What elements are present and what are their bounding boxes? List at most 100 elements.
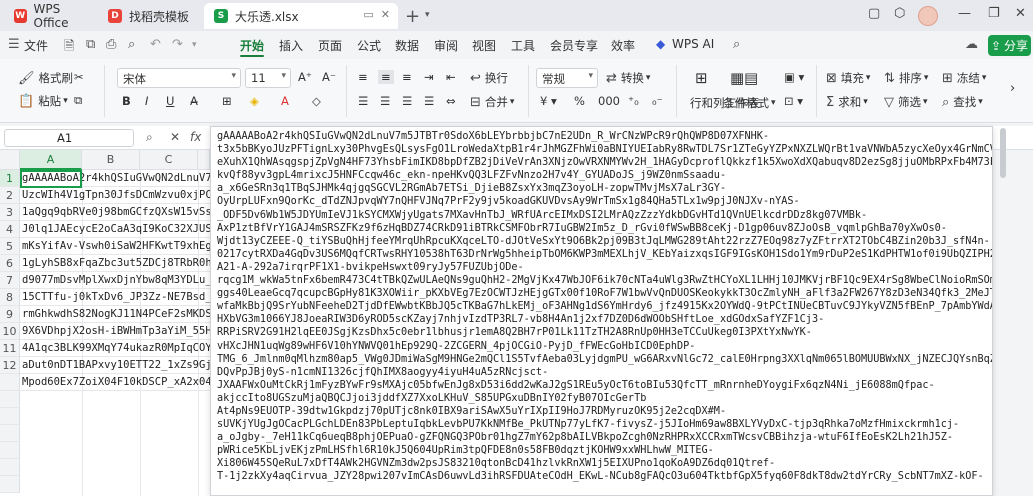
merge-button[interactable]: ⊟ 合并 ▾ (470, 94, 514, 110)
menu-data[interactable]: 数据 (395, 37, 419, 54)
minimize-icon[interactable]: — (958, 6, 971, 21)
indent-icon[interactable]: ⇥ (424, 70, 434, 84)
currency-icon[interactable]: ¥ ▾ (540, 94, 557, 108)
restore-icon[interactable]: ❐ (988, 6, 1000, 21)
formula-text[interactable]: gAAAAABoA2r4khQSIuGVwQN2dLnuV7m5JTBTr0Sd… (217, 130, 992, 484)
thousands-icon[interactable]: 000 (598, 94, 620, 108)
chevron-down-icon[interactable]: ▾ (192, 40, 197, 50)
export-icon[interactable]: ⧉ (86, 37, 95, 52)
share-button[interactable]: ⇪ 分享 (988, 35, 1031, 56)
decrease-decimal-icon[interactable]: ₀⁻ (652, 94, 663, 108)
row-header-6[interactable]: 6 (0, 255, 20, 272)
font-color-icon[interactable]: A (281, 94, 289, 108)
row-header-19[interactable] (0, 476, 20, 493)
cut-icon[interactable]: ✂ (74, 70, 84, 84)
sort-button[interactable]: ⇅ 排序 ▾ (884, 70, 928, 86)
row-header-4[interactable]: 4 (0, 221, 20, 238)
row-header-5[interactable]: 5 (0, 238, 20, 255)
table-row[interactable]: Mpod60Ex7ZoiX04F10kDSCP_xA2x04p (20, 374, 210, 391)
tab-close-icon[interactable]: ✕ (381, 8, 390, 21)
font-size-select[interactable]: 11 ▾ (245, 68, 291, 88)
cloud-upload-icon[interactable]: ☁ (965, 37, 978, 52)
fill-color-icon[interactable]: ◈ (250, 94, 259, 108)
distribute-icon[interactable]: ⇔ (446, 94, 456, 108)
menu-page[interactable]: 页面 (318, 37, 342, 54)
worksheet-icon[interactable]: ▦ (730, 69, 744, 87)
formula-content-popup[interactable]: gAAAAABoA2r4khQSIuGVwQN2dLnuV7m5JTBTr0Sd… (210, 126, 993, 496)
tab-spreadsheet[interactable]: S 大乐透.xlsx ▭ ✕ (204, 3, 398, 29)
fill-button[interactable]: ⊠ 填充 ▾ (826, 70, 870, 86)
menu-member[interactable]: 会员专享 (550, 37, 598, 54)
conditional-format-icon[interactable]: ▤ (744, 69, 758, 87)
avatar[interactable] (918, 6, 938, 26)
cancel-icon[interactable]: ✕ (170, 130, 180, 144)
find-button[interactable]: ⌕ 查找 ▾ (942, 94, 983, 110)
align-center-icon[interactable]: ☰ (380, 94, 390, 108)
row-header-12[interactable]: 12 (0, 357, 20, 374)
row-header-15[interactable] (0, 408, 20, 425)
table-row[interactable]: J0lq1JAEcycE2oCaA3qI9KoC32XJUSS (20, 221, 210, 238)
cell-border-icon[interactable]: ⊡ ▾ (784, 94, 803, 108)
border-icon[interactable]: ⊞ (222, 94, 232, 108)
menu-file[interactable]: 文件 (24, 37, 48, 54)
row-header-18[interactable] (0, 459, 20, 476)
column-header-c[interactable]: C (140, 150, 198, 170)
row-header-1[interactable]: 1 (0, 170, 20, 187)
hamburger-icon[interactable]: ☰ (8, 37, 20, 52)
number-format-select[interactable]: 常规 ▾ (536, 68, 598, 88)
row-header-16[interactable] (0, 425, 20, 442)
underline-icon[interactable]: U (166, 94, 174, 108)
filter-button[interactable]: ▽ 筛选 ▾ (884, 94, 928, 110)
rowcol-icon[interactable]: ⊞ (695, 69, 708, 87)
table-row[interactable]: rmGhkwdhS82NogKJ11N4PCeF2sMKDS8 (20, 306, 210, 323)
tab-wps-office[interactable]: W WPS Office (4, 2, 92, 30)
menu-insert[interactable]: 插入 (279, 37, 303, 54)
copy-icon[interactable]: ⧉ (74, 93, 82, 108)
align-bottom-icon[interactable]: ≡ (402, 70, 412, 84)
percent-icon[interactable]: % (574, 94, 585, 108)
bold-icon[interactable]: B (122, 94, 131, 108)
paste-button[interactable]: 📋 粘贴 ▾ (18, 93, 68, 109)
redo-icon[interactable]: ↷ (172, 37, 183, 52)
menu-review[interactable]: 审阅 (434, 37, 458, 54)
cube-icon[interactable]: ⬡ (894, 6, 905, 21)
clear-format-icon[interactable]: ◇ (312, 94, 321, 108)
row-header-3[interactable]: 3 (0, 204, 20, 221)
italic-icon[interactable]: I (145, 94, 148, 108)
row-header-10[interactable]: 10 (0, 323, 20, 340)
convert-button[interactable]: ⇄ 转换 ▾ (606, 70, 650, 86)
table-row[interactable]: 1aQgq9qbRVe0j98bmGCfzQXsW15vSsEr (20, 204, 210, 221)
save-icon[interactable]: 🗎 (64, 37, 74, 59)
row-header-7[interactable]: 7 (0, 272, 20, 289)
ribbon-expand-icon[interactable]: › (1010, 81, 1015, 96)
chevron-down-icon[interactable]: ▾ (425, 10, 430, 20)
table-row[interactable]: UzcWIh4V1gTpn30JfsDCmWzvu0xjPCf (20, 187, 210, 204)
sum-button[interactable]: Σ 求和 ▾ (826, 94, 868, 110)
strikethrough-icon[interactable]: A̶ (190, 94, 198, 108)
font-name-select[interactable]: 宋体 ▾ (117, 68, 241, 88)
format-painter-button[interactable]: 🖌 格式刷 (18, 70, 73, 86)
align-right-icon[interactable]: ☰ (402, 94, 412, 108)
table-row[interactable]: aDut0nDT1BAPxvy10ETT22_1xZs9GjD (20, 357, 210, 374)
table-row[interactable]: d9077mDsvMplXwxDjnYbw8qM3YDLu_f (20, 272, 210, 289)
row-header-2[interactable]: 2 (0, 187, 20, 204)
scrollbar-thumb[interactable] (1000, 128, 1006, 178)
row-header-14[interactable] (0, 391, 20, 408)
tablet-mode-icon[interactable]: ▢ (868, 6, 880, 21)
row-header-8[interactable]: 8 (0, 289, 20, 306)
align-left-icon[interactable]: ☰ (358, 94, 368, 108)
print-icon[interactable]: ⎙ (106, 37, 116, 52)
menu-tools[interactable]: 工具 (511, 37, 535, 54)
table-row[interactable]: 1gLyhSB8xFqaZbc3ut5ZDCj8TRbR0h0 (20, 255, 210, 272)
menu-home[interactable]: 开始 (240, 37, 264, 54)
zoom-icon[interactable]: ⌕ (146, 130, 153, 145)
fx-icon[interactable]: fx (190, 130, 201, 144)
column-header-a[interactable]: A (20, 150, 82, 170)
new-tab-icon[interactable]: + (405, 6, 420, 27)
justify-icon[interactable]: ☰ (424, 94, 434, 108)
font-shrink-icon[interactable]: A⁻ (322, 70, 336, 84)
menu-wps-ai[interactable]: WPS AI (672, 37, 714, 51)
menu-efficiency[interactable]: 效率 (611, 37, 635, 54)
conditional-format-button[interactable]: 条件格式 ▾ (723, 95, 776, 111)
font-grow-icon[interactable]: A⁺ (298, 70, 312, 84)
